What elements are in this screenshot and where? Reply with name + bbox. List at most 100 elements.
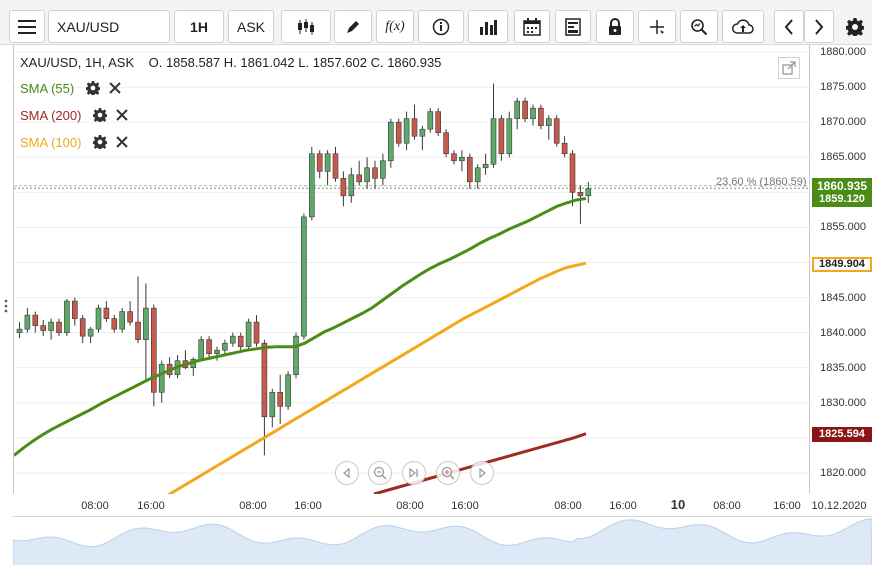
settings-button[interactable] (840, 10, 870, 43)
candle-body (253, 321, 260, 344)
candle-body (95, 307, 102, 330)
legend-sma-200: SMA (200) (20, 106, 130, 124)
sma-55-remove-close-icon[interactable] (107, 80, 123, 96)
chevron-left-icon (784, 18, 793, 35)
ohlc-readout: XAU/USD, 1H, ASK O. 1858.587 H. 1861.042… (20, 55, 441, 70)
bar-chart-icon (480, 19, 497, 35)
candle-body (222, 342, 228, 351)
triangle-right-icon (479, 468, 486, 478)
candle-body (316, 153, 323, 172)
ohlc-high: H. 1861.042 (223, 55, 295, 70)
candle-body (466, 156, 473, 183)
sma-100-settings-gear-icon[interactable] (92, 134, 108, 150)
candle-body (308, 153, 315, 218)
candle-body (198, 339, 204, 360)
cloud-button[interactable] (722, 10, 764, 43)
time-tick-label: 08:00 (239, 500, 267, 512)
info-button[interactable] (418, 10, 464, 43)
indicators-button[interactable]: f(x) (376, 10, 414, 43)
chart-type-button[interactable] (281, 10, 331, 43)
candle-body (24, 314, 31, 330)
legend-sma-100-label[interactable]: SMA (100) (20, 135, 81, 150)
cloud-upload-icon (732, 18, 754, 34)
chart-plot-area[interactable] (13, 45, 810, 494)
lock-button[interactable] (596, 10, 634, 43)
candle-body (277, 391, 284, 407)
price-side-button[interactable]: ASK (228, 10, 274, 43)
scroll-right-button[interactable] (804, 10, 834, 43)
timeframe-button[interactable]: 1H (174, 10, 224, 43)
ohlc-open: O. 1858.587 (148, 55, 221, 70)
candle-body (127, 311, 133, 323)
candle-body (151, 307, 157, 393)
calendar-button[interactable] (514, 10, 550, 43)
sma-200-remove-close-icon[interactable] (114, 107, 130, 123)
legend-sma-200-label[interactable]: SMA (200) (20, 108, 81, 123)
candle-body (553, 118, 560, 144)
nav-reset-button[interactable] (402, 461, 426, 485)
popout-button[interactable] (778, 57, 800, 79)
lock-icon (609, 17, 621, 35)
candle-body (293, 335, 299, 376)
ohlc-low: L. 1857.602 (298, 55, 367, 70)
candle-body (158, 363, 165, 393)
ohlc-close: C. 1860.935 (370, 55, 442, 70)
candle-body (56, 321, 62, 333)
candle-body (380, 160, 386, 179)
candle-body (435, 111, 442, 133)
price-chart[interactable] (14, 45, 810, 494)
legend-sma-55-label[interactable]: SMA (55) (20, 81, 74, 96)
crosshair-icon (650, 19, 664, 34)
candle-body (340, 177, 347, 197)
chevron-right-icon (815, 18, 824, 35)
time-tick-label: 10 (670, 497, 686, 512)
price-tick-label: 1835.000 (820, 361, 866, 374)
candle-body (585, 188, 592, 197)
sma-200-settings-gear-icon[interactable] (92, 107, 108, 123)
candle-body (261, 342, 268, 418)
sma-55-price-tag: 1859.120 (812, 192, 872, 207)
candle-body (451, 153, 457, 162)
ohlc-symbol: XAU/USD, 1H, ASK (20, 55, 135, 70)
candle-body (459, 156, 465, 162)
nav-zoom-out-button[interactable] (368, 461, 392, 485)
time-tick-label: 08:00 (81, 500, 109, 512)
candle-body (332, 153, 339, 179)
nav-forward-button[interactable] (470, 461, 494, 485)
legend-sma-100: SMA (100) (20, 133, 130, 151)
volume-button[interactable] (468, 10, 508, 43)
drawing-tools-button[interactable] (334, 10, 372, 43)
nav-zoom-in-button[interactable] (436, 461, 460, 485)
candle-body (214, 349, 220, 354)
candle-body (403, 118, 410, 144)
candle-body (324, 153, 331, 172)
nav-back-button[interactable] (335, 461, 359, 485)
candle-body (206, 339, 212, 354)
candle-body (87, 328, 94, 337)
symbol-selector[interactable]: XAU/USD (48, 10, 170, 43)
scroll-left-button[interactable] (774, 10, 804, 43)
time-axis[interactable]: 08:00 16:00 08:00 16:00 08:00 16:00 08:00 16:00… (13, 494, 872, 516)
crosshair-button[interactable] (638, 10, 676, 43)
candle-body (387, 121, 394, 162)
toolbar: XAU/USD 1H ASK f(x) (0, 0, 872, 45)
layout-button[interactable] (555, 10, 591, 43)
navigator-area-chart[interactable] (12, 517, 872, 565)
candle-body (71, 300, 78, 319)
time-tick-label: 08:00 (713, 500, 741, 512)
candlestick-icon (298, 18, 314, 35)
navigator-pane[interactable] (12, 516, 872, 565)
candle-body (119, 311, 125, 330)
sma-100-remove-close-icon[interactable] (114, 134, 130, 150)
time-tick-label: 16:00 (773, 500, 801, 512)
candle-body (538, 107, 544, 126)
zoom-out-icon (373, 466, 387, 480)
candle-body (135, 321, 141, 340)
candle-body (245, 321, 252, 347)
candle-body (498, 118, 505, 155)
panel-grip-handle[interactable] (3, 298, 9, 314)
candle-body (364, 167, 370, 183)
sma-55-settings-gear-icon[interactable] (85, 80, 101, 96)
menu-button[interactable] (9, 10, 45, 43)
zoom-button[interactable] (680, 10, 718, 43)
